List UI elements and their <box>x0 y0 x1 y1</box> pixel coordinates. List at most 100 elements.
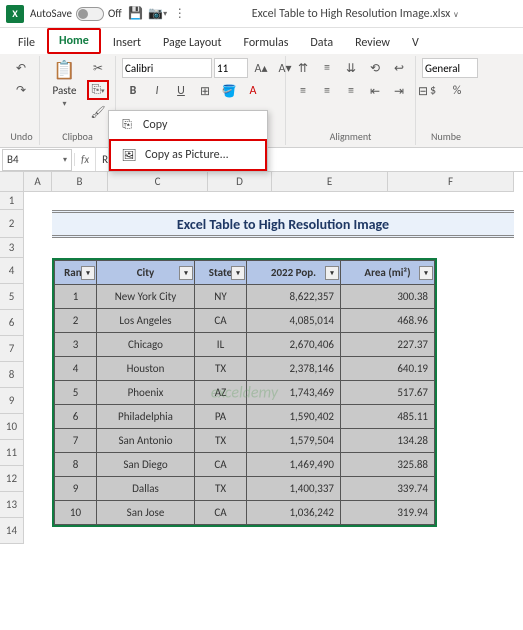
row-header-2[interactable]: 2 <box>0 210 24 238</box>
qat-dropdown-icon[interactable]: ⋮ <box>172 6 188 22</box>
number-format-select[interactable] <box>422 58 478 78</box>
font-size-select[interactable] <box>214 58 248 78</box>
cell-pop[interactable]: 1,036,242 <box>247 501 341 525</box>
table-row[interactable]: 5PhoenixAZ1,743,469517.67 <box>55 381 435 405</box>
cell-rank[interactable]: 6 <box>55 405 97 429</box>
cell-city[interactable]: Los Angeles <box>97 309 195 333</box>
cell-pop[interactable]: 1,469,490 <box>247 453 341 477</box>
row-header-4[interactable]: 4 <box>0 258 24 284</box>
copy-split-button[interactable]: ⎘▾ <box>87 80 109 100</box>
cell-area[interactable]: 485.11 <box>341 405 435 429</box>
row-header-13[interactable]: 13 <box>0 492 24 518</box>
table-row[interactable]: 9DallasTX1,400,337339.74 <box>55 477 435 501</box>
cell-city[interactable]: San Diego <box>97 453 195 477</box>
column-header-A[interactable]: A <box>24 172 52 192</box>
italic-button[interactable]: I <box>146 81 168 101</box>
data-table-selection[interactable]: Rank▾City▾State▾2022 Pop.▾Area (mi²)▾ 1N… <box>52 258 437 527</box>
cell-pop[interactable]: 1,743,469 <box>247 381 341 405</box>
tab-data[interactable]: Data <box>300 32 343 54</box>
border-button[interactable]: ⊞ <box>194 81 216 101</box>
row-header-14[interactable]: 14 <box>0 518 24 544</box>
row-header-6[interactable]: 6 <box>0 310 24 336</box>
table-header-rank[interactable]: Rank▾ <box>55 261 97 285</box>
cell-area[interactable]: 339.74 <box>341 477 435 501</box>
cell-pop[interactable]: 1,590,402 <box>247 405 341 429</box>
paste-button[interactable]: 📋 Paste ▾ <box>46 58 83 109</box>
cell-rank[interactable]: 2 <box>55 309 97 333</box>
decrease-indent-button[interactable]: ⇤ <box>364 81 386 101</box>
increase-font-button[interactable]: A▴ <box>250 58 272 78</box>
undo-button[interactable]: ↶ <box>10 58 32 78</box>
cell-rank[interactable]: 3 <box>55 333 97 357</box>
table-row[interactable]: 10San JoseCA1,036,242319.94 <box>55 501 435 525</box>
table-row[interactable]: 2Los AngelesCA4,085,014468.96 <box>55 309 435 333</box>
align-center-button[interactable]: ≡ <box>316 81 338 101</box>
name-box[interactable]: B4 ▾ <box>2 149 72 171</box>
redo-button[interactable]: ↷ <box>10 80 32 100</box>
column-header-E[interactable]: E <box>272 172 388 192</box>
align-left-button[interactable]: ≡ <box>292 81 314 101</box>
toggle-off-icon[interactable] <box>76 7 104 21</box>
tab-file[interactable]: File <box>8 32 45 54</box>
row-header-5[interactable]: 5 <box>0 284 24 310</box>
row-header-11[interactable]: 11 <box>0 440 24 466</box>
select-all-corner[interactable] <box>0 172 24 192</box>
cell-city[interactable]: New York City <box>97 285 195 309</box>
cell-state[interactable]: NY <box>195 285 247 309</box>
cell-state[interactable]: CA <box>195 501 247 525</box>
table-row[interactable]: 3ChicagoIL2,670,406227.37 <box>55 333 435 357</box>
currency-button[interactable]: $ <box>422 81 444 101</box>
copy-as-picture-menu-item[interactable]: 🖼 Copy as Picture... <box>109 139 267 171</box>
cell-rank[interactable]: 10 <box>55 501 97 525</box>
row-header-9[interactable]: 9 <box>0 388 24 414</box>
row-header-1[interactable]: 1 <box>0 192 24 210</box>
tab-insert[interactable]: Insert <box>103 32 151 54</box>
column-header-C[interactable]: C <box>108 172 208 192</box>
cell-state[interactable]: CA <box>195 309 247 333</box>
cell-state[interactable]: TX <box>195 357 247 381</box>
cell-area[interactable]: 227.37 <box>341 333 435 357</box>
row-header-10[interactable]: 10 <box>0 414 24 440</box>
fill-color-button[interactable]: 🪣 <box>218 81 240 101</box>
align-top-button[interactable]: ⇈ <box>292 58 314 78</box>
cell-area[interactable]: 517.67 <box>341 381 435 405</box>
row-header-8[interactable]: 8 <box>0 362 24 388</box>
tab-formulas[interactable]: Formulas <box>233 32 298 54</box>
cell-state[interactable]: CA <box>195 453 247 477</box>
tab-view[interactable]: V <box>402 32 429 54</box>
filter-button-city[interactable]: ▾ <box>179 266 193 280</box>
cell-rank[interactable]: 1 <box>55 285 97 309</box>
increase-indent-button[interactable]: ⇥ <box>388 81 410 101</box>
cell-pop[interactable]: 1,579,504 <box>247 429 341 453</box>
filter-button-rank[interactable]: ▾ <box>81 266 95 280</box>
cell-city[interactable]: San Jose <box>97 501 195 525</box>
bold-button[interactable]: B <box>122 81 144 101</box>
filter-button-area[interactable]: ▾ <box>419 266 433 280</box>
format-painter-button[interactable]: 🖌 <box>87 102 109 122</box>
cell-pop[interactable]: 8,622,357 <box>247 285 341 309</box>
cell-area[interactable]: 319.94 <box>341 501 435 525</box>
cell-pop[interactable]: 2,378,146 <box>247 357 341 381</box>
column-header-F[interactable]: F <box>388 172 514 192</box>
cell-city[interactable]: Philadelphia <box>97 405 195 429</box>
cell-state[interactable]: PA <box>195 405 247 429</box>
sheet-title-cell[interactable]: Excel Table to High Resolution Image <box>52 210 514 238</box>
cell-rank[interactable]: 7 <box>55 429 97 453</box>
cell-city[interactable]: Chicago <box>97 333 195 357</box>
row-header-3[interactable]: 3 <box>0 238 24 258</box>
cell-area[interactable]: 640.19 <box>341 357 435 381</box>
cell-state[interactable]: IL <box>195 333 247 357</box>
cut-button[interactable]: ✂ <box>87 58 109 78</box>
underline-button[interactable]: U <box>170 81 192 101</box>
filter-button-state[interactable]: ▾ <box>231 266 245 280</box>
cell-city[interactable]: Phoenix <box>97 381 195 405</box>
worksheet[interactable]: Excel Table to High Resolution Image Ran… <box>24 192 523 544</box>
column-header-B[interactable]: B <box>52 172 108 192</box>
percent-button[interactable]: % <box>446 81 468 101</box>
tab-page-layout[interactable]: Page Layout <box>153 32 231 54</box>
tab-home[interactable]: Home <box>47 28 101 54</box>
fx-icon[interactable]: fx <box>74 153 95 166</box>
table-header-city[interactable]: City▾ <box>97 261 195 285</box>
cell-rank[interactable]: 8 <box>55 453 97 477</box>
cell-area[interactable]: 300.38 <box>341 285 435 309</box>
